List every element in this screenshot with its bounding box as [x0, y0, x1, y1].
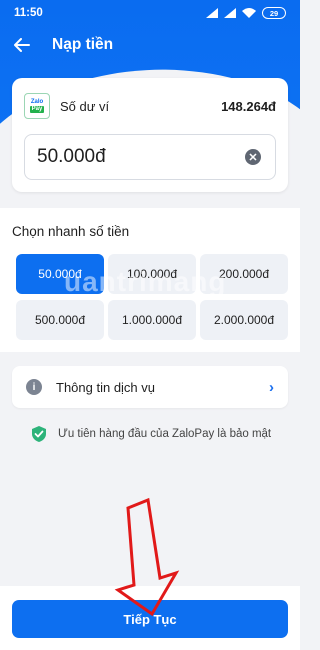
quick-amount-section: Chọn nhanh số tiền 50.000đ 100.000đ 200.… [0, 208, 300, 352]
info-icon: i [26, 379, 42, 395]
battery-icon: 29 [262, 7, 286, 19]
status-time: 11:50 [14, 7, 43, 19]
chevron-right-icon: › [269, 378, 274, 396]
amount-option-2000000[interactable]: 2.000.000đ [200, 300, 288, 340]
status-bar: 11:50 29 [0, 0, 300, 26]
amount-value: 50.000đ [37, 146, 106, 167]
amount-option-100000[interactable]: 100.000đ [108, 254, 196, 294]
balance-value: 148.264đ [221, 98, 276, 114]
amount-option-1000000[interactable]: 1.000.000đ [108, 300, 196, 340]
amount-input[interactable]: 50.000đ ✕ [24, 134, 276, 180]
shield-check-icon [32, 426, 46, 442]
page-title: Nạp tiền [52, 36, 114, 53]
security-note: Ưu tiên hàng đầu của ZaloPay là bảo mật [32, 426, 292, 442]
logo-text-zalo: Zalo [30, 99, 44, 105]
app-bar: Nạp tiền [0, 28, 300, 62]
service-info-label: Thông tin dịch vụ [56, 379, 156, 395]
back-arrow-icon [14, 38, 30, 52]
signal-icon [224, 8, 236, 18]
service-info-row[interactable]: i Thông tin dịch vụ › [12, 366, 288, 408]
status-icons: 29 [206, 7, 286, 19]
signal-icon [206, 8, 218, 18]
quick-amount-title: Chọn nhanh số tiền [12, 224, 130, 239]
wallet-balance-row: Zalo Pay Số dư ví 148.264đ [24, 92, 276, 120]
wallet-card: Zalo Pay Số dư ví 148.264đ 50.000đ ✕ [12, 78, 288, 192]
back-button[interactable] [0, 28, 44, 62]
zalopay-logo: Zalo Pay [24, 93, 50, 119]
amount-option-200000[interactable]: 200.000đ [200, 254, 288, 294]
wifi-icon [242, 8, 256, 18]
amount-options: 50.000đ 100.000đ 200.000đ 500.000đ 1.000… [16, 254, 288, 340]
clear-icon[interactable]: ✕ [245, 149, 261, 165]
amount-option-500000[interactable]: 500.000đ [16, 300, 104, 340]
continue-button[interactable]: Tiếp Tục [12, 600, 288, 638]
amount-option-50000[interactable]: 50.000đ [16, 254, 104, 294]
security-note-text: Ưu tiên hàng đầu của ZaloPay là bảo mật [58, 428, 272, 440]
battery-level: 29 [269, 8, 279, 18]
logo-text-pay: Pay [29, 106, 45, 113]
balance-label: Số dư ví [60, 98, 110, 114]
